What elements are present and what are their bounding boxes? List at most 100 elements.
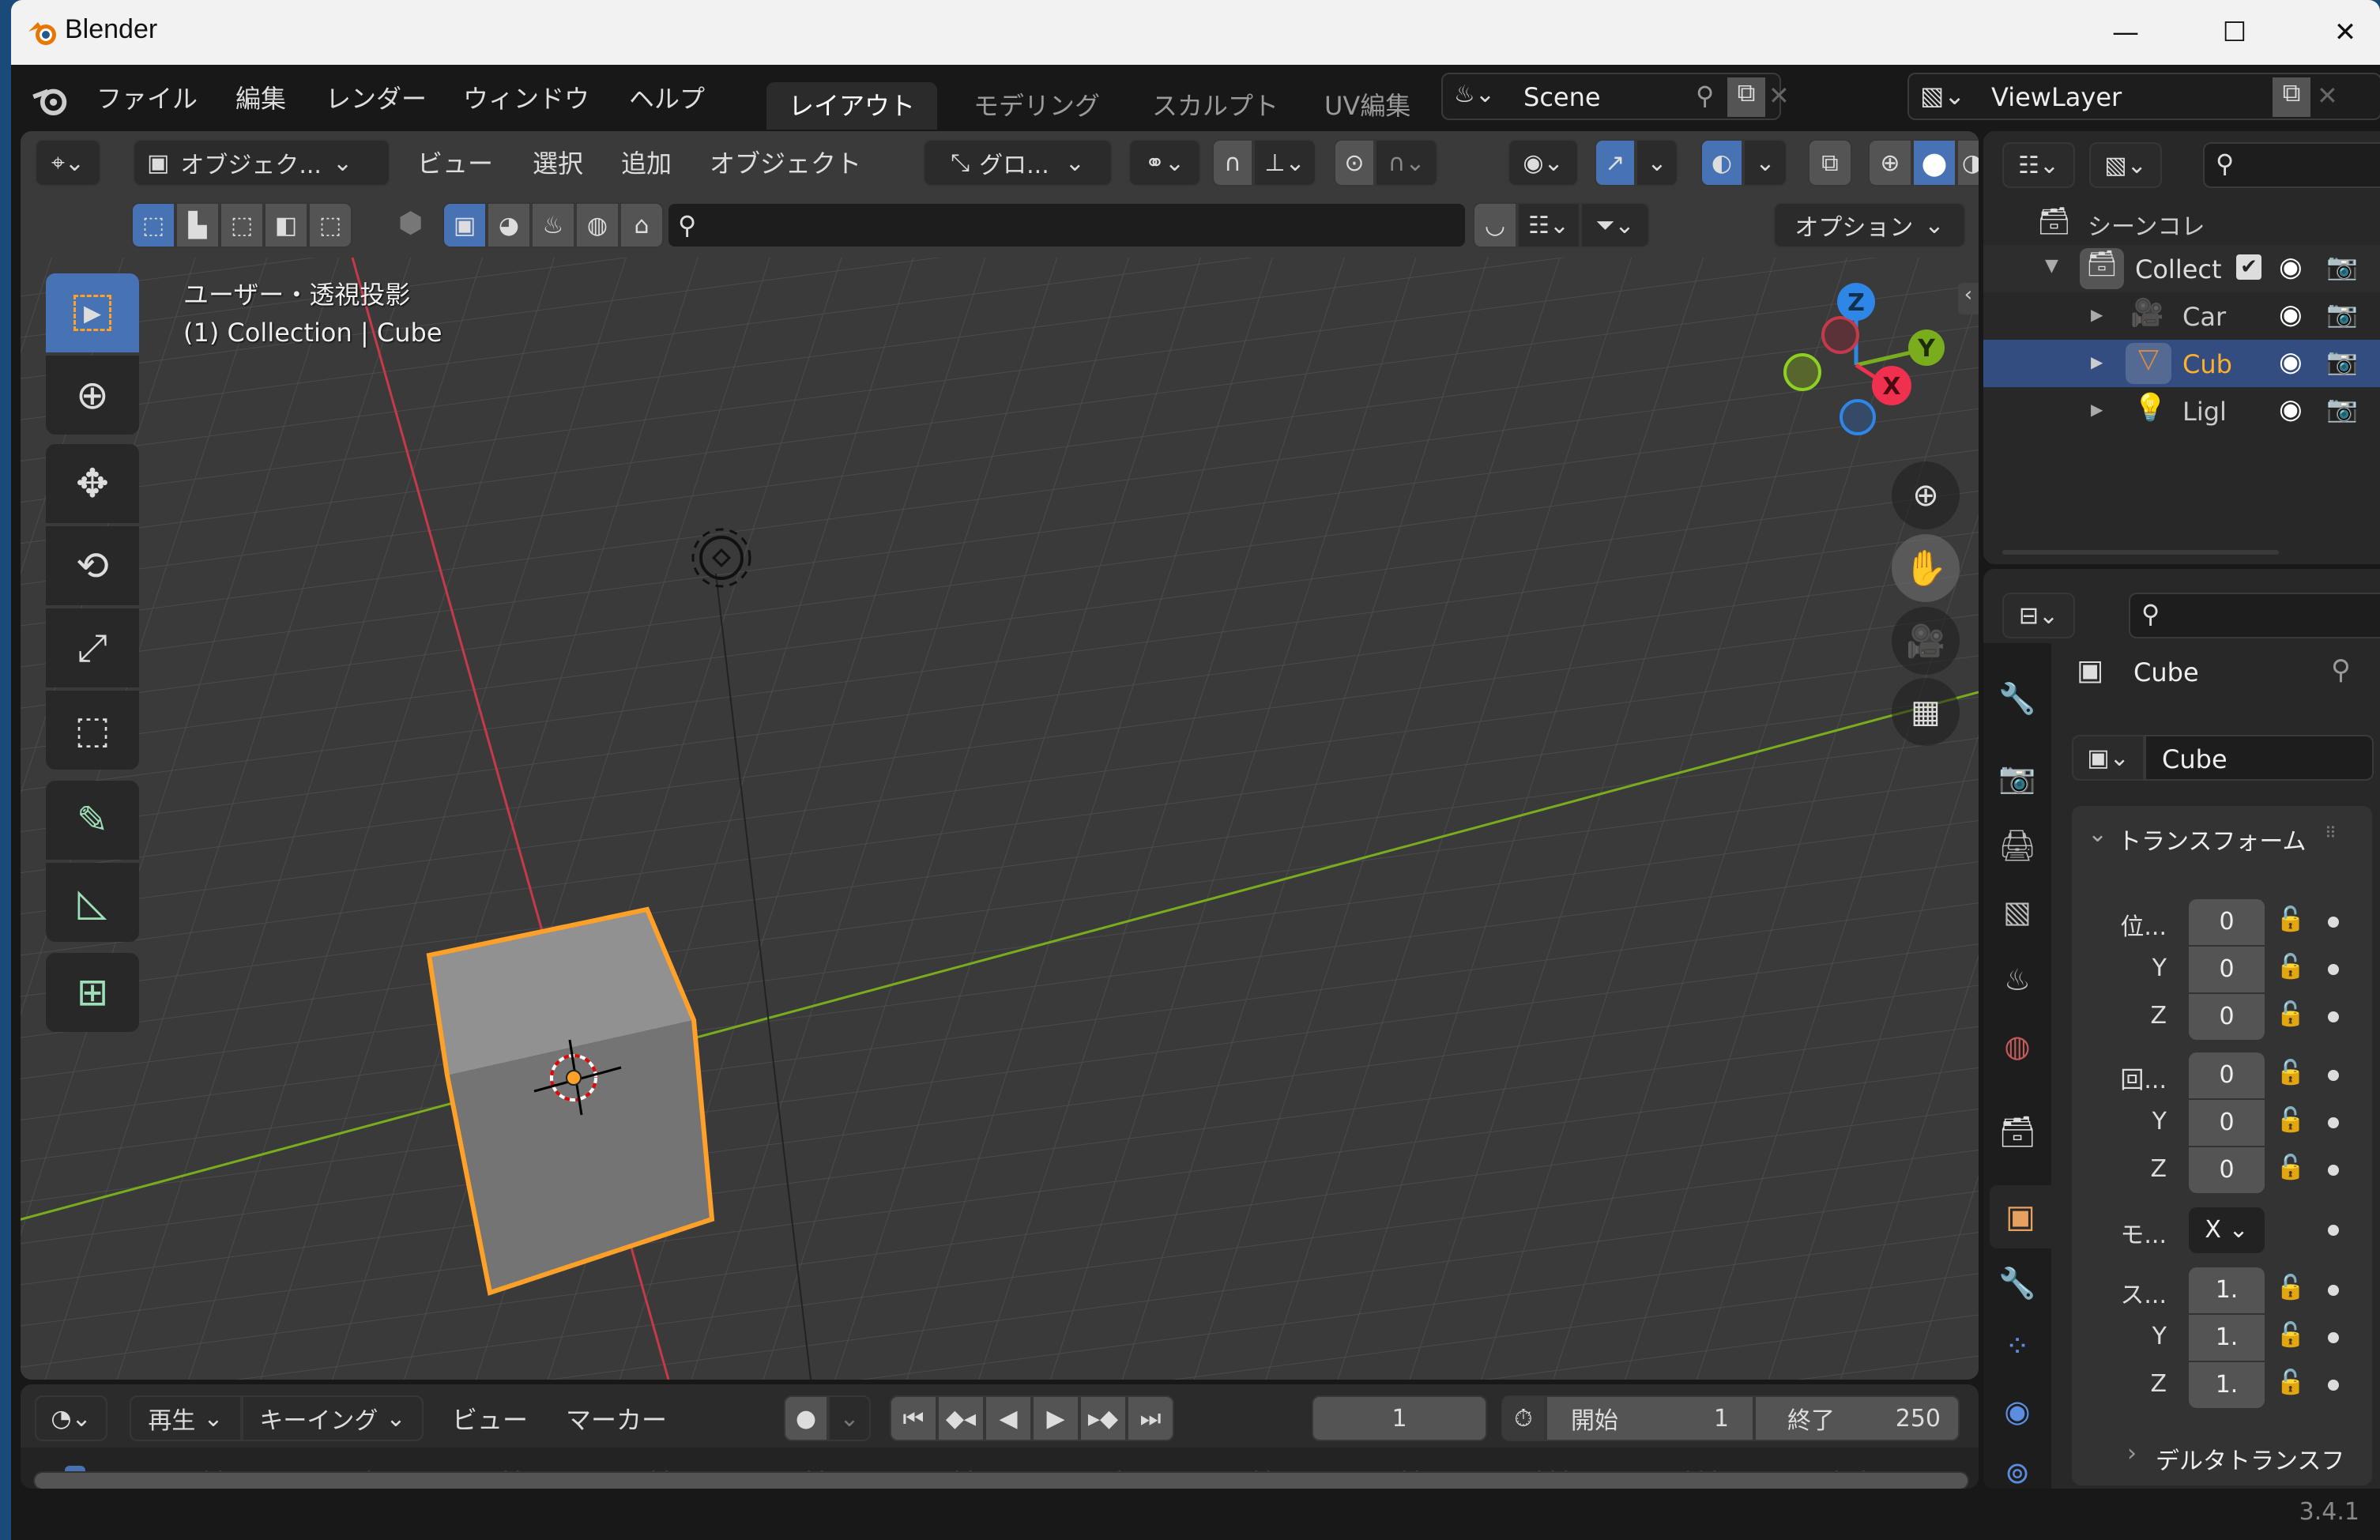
lock-icon[interactable]: 🔓 xyxy=(2276,1154,2310,1188)
render-camera-icon[interactable]: 📷 xyxy=(2326,393,2358,424)
keyframe-dot-icon[interactable] xyxy=(2328,1225,2339,1236)
tab-scene[interactable]: ♨ xyxy=(1990,948,2045,1011)
tab-particles[interactable]: ⁘ xyxy=(1990,1315,2045,1378)
camera-view-button[interactable]: 🎥 xyxy=(1892,607,1960,675)
navigation-gizmo[interactable]: Z Y X xyxy=(1759,273,1949,479)
tool-move[interactable]: ✥ xyxy=(46,444,139,523)
expand-down-icon[interactable]: ▼ xyxy=(2045,256,2058,276)
filter-dropdown[interactable]: ⏷⌄ xyxy=(1580,202,1650,248)
eye-icon[interactable]: ◉ xyxy=(2279,251,2303,283)
pin-icon[interactable]: ⚲ xyxy=(1696,81,1714,111)
tab-output[interactable]: 🖨 xyxy=(1990,814,2045,877)
neg-y-handle[interactable] xyxy=(1783,353,1821,391)
mode-selector[interactable]: ▣ オブジェク... ⌄ xyxy=(133,139,390,186)
display-mode-dropdown[interactable]: ☷⌄ xyxy=(1517,202,1580,248)
delete-viewlayer-icon[interactable]: ✕ xyxy=(2317,81,2338,111)
keyframe-dot-icon[interactable] xyxy=(2328,1332,2339,1343)
minimize-button[interactable]: — xyxy=(2070,0,2181,65)
object-name-input[interactable]: Cube xyxy=(2145,735,2374,781)
play-button[interactable]: ▶ xyxy=(1032,1395,1079,1441)
keyframe-dot-icon[interactable] xyxy=(2328,1285,2339,1296)
scale-y-field[interactable]: 1. xyxy=(2189,1315,2265,1361)
tab-view-layer[interactable]: ▧ xyxy=(1990,880,2045,943)
falloff-dropdown[interactable]: ∩⌄ xyxy=(1375,139,1438,186)
outliner-scrollbar[interactable] xyxy=(2002,550,2279,555)
prev-keyframe-button[interactable]: ◆◂ xyxy=(937,1395,985,1441)
tab-object[interactable]: ▣ xyxy=(1990,1185,2051,1248)
outliner-search-input[interactable]: ⚲ xyxy=(2203,142,2380,188)
keyframe-dot-icon[interactable] xyxy=(2328,1380,2339,1391)
maximize-button[interactable]: ☐ xyxy=(2179,0,2290,65)
viewlayer-selector[interactable]: ▧⌄ ViewLayer ⧉ ✕ xyxy=(1907,73,2380,120)
rotation-z-field[interactable]: 0 xyxy=(2189,1147,2265,1193)
tab-render[interactable]: 📷 xyxy=(1990,746,2045,809)
menu-render[interactable]: レンダー xyxy=(326,79,427,115)
overlays-toggle[interactable]: ◐ xyxy=(1700,139,1743,186)
eye-icon[interactable]: ◉ xyxy=(2279,299,2303,330)
lock-icon[interactable]: 🔓 xyxy=(2276,1274,2310,1308)
eye-icon[interactable]: ◉ xyxy=(2279,393,2303,425)
outliner-collection-row[interactable]: ▼ 🗃 Collect ✔ ◉ 📷 xyxy=(1983,245,2380,292)
shading-solid[interactable]: ● xyxy=(1912,139,1956,186)
start-frame-field[interactable]: 開始 1 xyxy=(1546,1395,1754,1441)
tab-sculpt[interactable]: スカルプト xyxy=(1130,82,1301,130)
select-mode-intersect[interactable]: ⬚ xyxy=(308,202,352,248)
sidebar-toggle[interactable]: ‹ xyxy=(1958,283,1979,314)
viewport-search-input[interactable]: ⚲ xyxy=(667,202,1467,248)
gizmo-toggle[interactable]: ↗ xyxy=(1595,139,1636,186)
filter-brush[interactable]: ⌂ xyxy=(619,202,664,248)
3d-viewport[interactable]: ⌖⌄ ▣ オブジェク... ⌄ ビュー 選択 追加 オブジェクト ⤡ グロ...… xyxy=(21,131,1979,1380)
properties-editor-type[interactable]: ⊟⌄ xyxy=(2002,593,2075,638)
editor-type-button[interactable]: ⌖⌄ xyxy=(35,139,101,186)
eye-icon[interactable]: ◉ xyxy=(2279,346,2303,378)
pan-view-button[interactable]: ✋ xyxy=(1892,534,1960,602)
select-mode-extend[interactable]: ▙ xyxy=(175,202,220,248)
pivot-point-dropdown[interactable]: ⚭⌄ xyxy=(1128,139,1201,186)
menu-edit[interactable]: 編集 xyxy=(235,79,286,115)
outliner-item-cube[interactable]: ▶ ▽ Cub ◉ 📷 xyxy=(1983,340,2380,387)
filter-scene[interactable]: ♨ xyxy=(531,202,575,248)
lock-icon[interactable]: 🔓 xyxy=(2276,1059,2310,1094)
location-x-field[interactable]: 0 xyxy=(2189,899,2265,945)
expand-right-icon[interactable]: ▶ xyxy=(2091,352,2103,371)
delete-scene-icon[interactable]: ✕ xyxy=(1768,81,1790,111)
tool-annotate[interactable]: ✎ xyxy=(46,781,139,860)
tab-uv-edit[interactable]: UV編集 xyxy=(1302,82,1433,130)
keyframe-dot-icon[interactable] xyxy=(2328,1070,2339,1081)
drag-handle-icon[interactable]: ⠿ xyxy=(2325,823,2337,842)
play-reverse-button[interactable]: ◀ xyxy=(985,1395,1032,1441)
new-viewlayer-icon[interactable]: ⧉ xyxy=(2273,77,2310,117)
tool-rotate[interactable]: ⟲ xyxy=(46,526,139,605)
outliner-scene-collection[interactable]: 🗃 シーンコレ xyxy=(1983,198,2380,245)
filter-material[interactable]: ◕ xyxy=(487,202,531,248)
lock-icon[interactable]: 🔓 xyxy=(2276,1000,2310,1035)
jump-start-button[interactable]: ⏮ xyxy=(890,1395,937,1441)
keyframe-dot-icon[interactable] xyxy=(2328,1011,2339,1022)
snap-target-dropdown[interactable]: ⊥⌄ xyxy=(1253,139,1316,186)
outliner-item-camera[interactable]: ▶ 🎥 Car ◉ 📷 xyxy=(1983,292,2380,340)
timeline-scrollbar[interactable] xyxy=(33,1471,1969,1489)
keyframe-dot-icon[interactable] xyxy=(2328,1165,2339,1176)
rotation-mode-dropdown[interactable]: X ⌄ xyxy=(2189,1207,2265,1253)
proportional-edit-toggle[interactable]: ⊙ xyxy=(1334,139,1375,186)
delta-transform-panel[interactable]: デルタトランスフ xyxy=(2156,1441,2344,1476)
lock-icon[interactable]: 🔓 xyxy=(2276,1321,2310,1356)
gizmo-dropdown[interactable]: ⌄ xyxy=(1636,139,1678,186)
neg-x-handle[interactable] xyxy=(1821,316,1859,354)
rotation-x-field[interactable]: 0 xyxy=(2189,1052,2265,1098)
transform-orientation-dropdown[interactable]: ⤡ グロ... ⌄ xyxy=(923,139,1113,186)
render-camera-icon[interactable]: 📷 xyxy=(2326,299,2358,329)
chevron-right-icon[interactable]: › xyxy=(2127,1440,2137,1467)
tab-physics[interactable]: ◉ xyxy=(1990,1380,2045,1443)
zoom-view-button[interactable]: ⊕ xyxy=(1892,461,1960,529)
new-scene-icon[interactable]: ⧉ xyxy=(1727,77,1765,117)
scale-z-field[interactable]: 1. xyxy=(2189,1362,2265,1408)
select-mode-invert[interactable]: ◧ xyxy=(264,202,308,248)
viewport-menu-view[interactable]: ビュー xyxy=(417,144,493,180)
xray-toggle[interactable]: ⧉ xyxy=(1808,139,1852,186)
tab-tool[interactable]: 🔧 xyxy=(1990,667,2045,730)
tab-modifiers[interactable]: 🔧 xyxy=(1990,1252,2045,1315)
tool-measure[interactable]: ◺ xyxy=(46,863,139,942)
tool-select-box[interactable]: ▸ xyxy=(46,273,139,352)
pin-icon[interactable]: ⚲ xyxy=(2331,654,2351,686)
